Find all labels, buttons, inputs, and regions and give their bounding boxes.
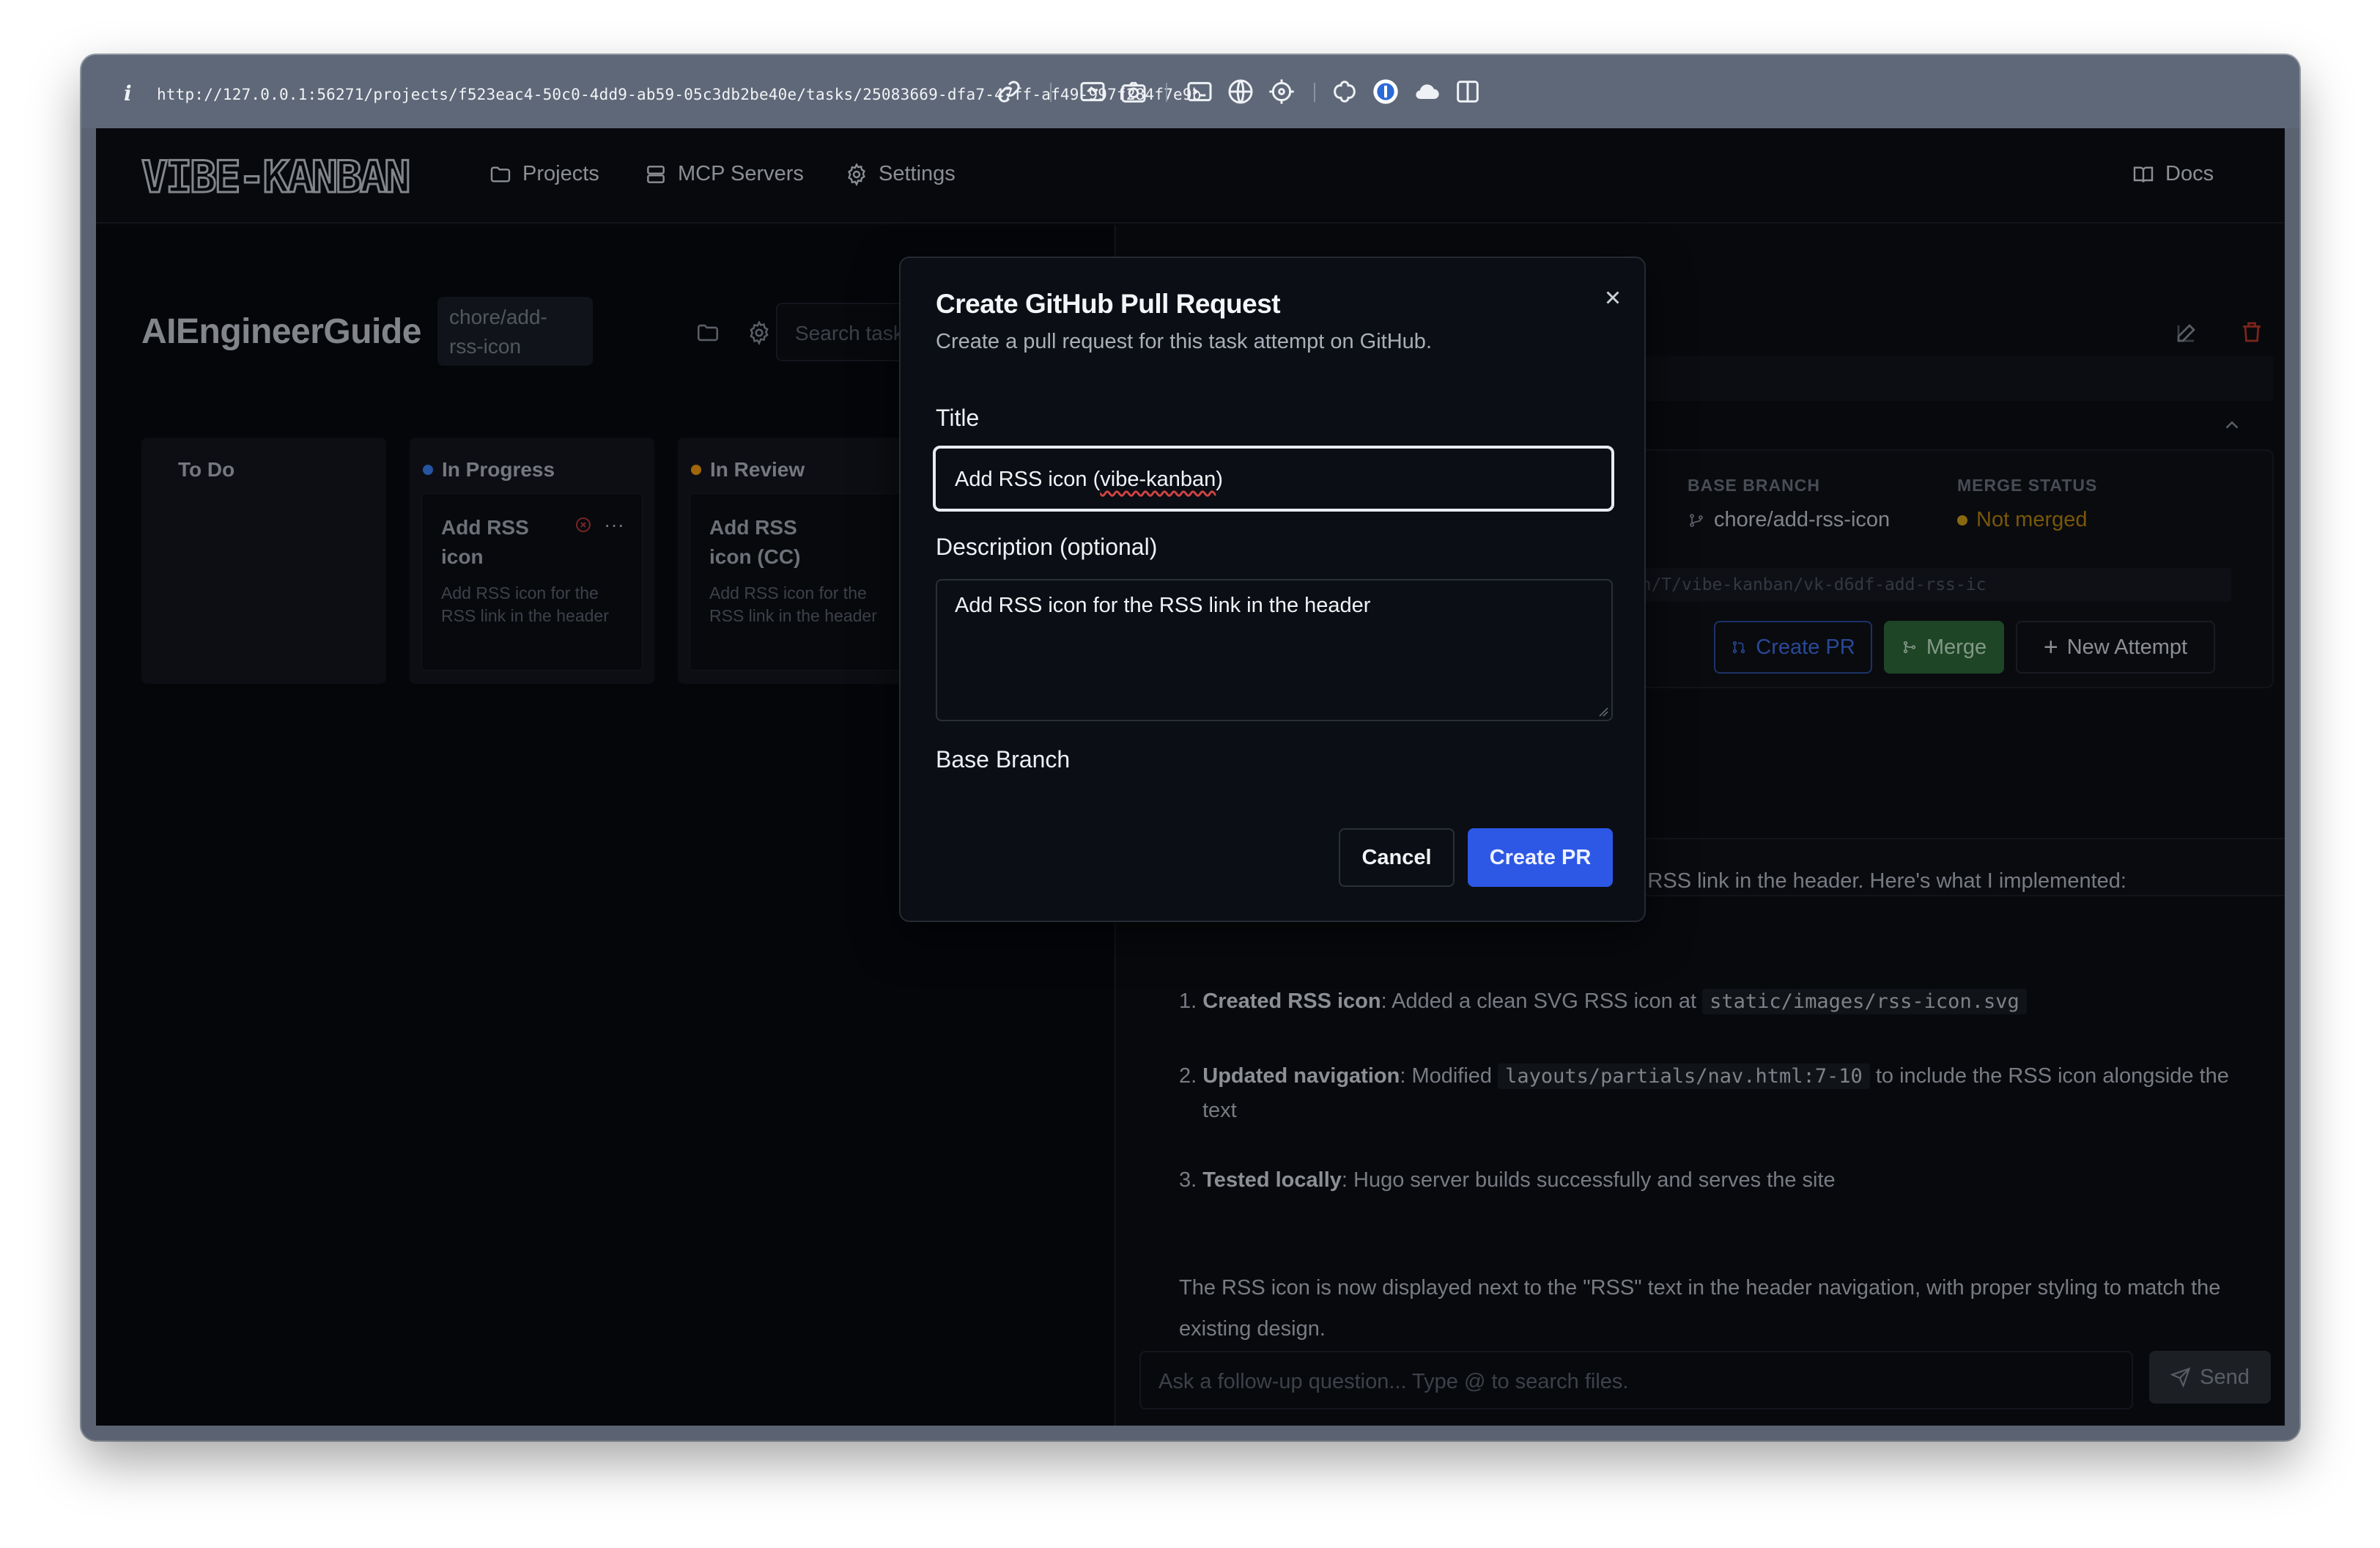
browser-window: i http://127.0.0.1:56271/projects/f523ea… <box>81 55 2299 1440</box>
url-text[interactable]: http://127.0.0.1:56271/projects/f523eac4… <box>157 86 1202 103</box>
dialog-subtitle: Create a pull request for this task atte… <box>936 330 1432 353</box>
create-pr-dialog: Create GitHub Pull Request Create a pull… <box>899 257 1646 922</box>
description-label: Description (optional) <box>936 534 1158 560</box>
extension-icon[interactable] <box>1330 77 1359 106</box>
title-text-suffix: ) <box>1216 468 1223 491</box>
globe-icon[interactable] <box>1226 77 1255 106</box>
password-icon[interactable] <box>1371 77 1400 106</box>
address-bar[interactable]: i http://127.0.0.1:56271/projects/f523ea… <box>81 55 2299 128</box>
title-text: Add RSS icon ( <box>955 468 1101 491</box>
toolbar-separator <box>1166 83 1167 102</box>
base-branch-label: Base Branch <box>936 746 1071 773</box>
link-icon[interactable] <box>994 77 1024 106</box>
description-text: Add RSS icon for the RSS link in the hea… <box>955 594 1371 617</box>
create-pr-submit-button[interactable]: Create PR <box>1468 828 1613 887</box>
misspelled-word: vibe-kanban <box>1100 468 1216 491</box>
toolbar-separator <box>1314 83 1315 102</box>
close-icon[interactable] <box>1600 284 1626 311</box>
toolbar-separator <box>1050 83 1052 102</box>
camera-icon[interactable] <box>1119 77 1148 106</box>
info-icon[interactable]: i <box>124 81 132 106</box>
screenshot-icon[interactable] <box>1078 77 1107 106</box>
vibe-kanban-app: VIBE-KANBAN Projects MCP Servers Setting… <box>96 128 2285 1426</box>
pr-title-input[interactable]: Add RSS icon (vibe-kanban) <box>933 446 1614 512</box>
pr-description-textarea[interactable]: Add RSS icon for the RSS link in the hea… <box>936 579 1613 721</box>
sidebar-icon[interactable] <box>1453 77 1482 106</box>
title-label: Title <box>936 405 980 431</box>
resize-handle-icon[interactable] <box>1598 707 1608 717</box>
terminal-icon[interactable] <box>1185 77 1214 106</box>
cancel-button[interactable]: Cancel <box>1339 828 1455 887</box>
dialog-title: Create GitHub Pull Request <box>936 289 1281 319</box>
crosshair-icon[interactable] <box>1267 77 1296 106</box>
cloud-icon[interactable] <box>1412 77 1441 106</box>
